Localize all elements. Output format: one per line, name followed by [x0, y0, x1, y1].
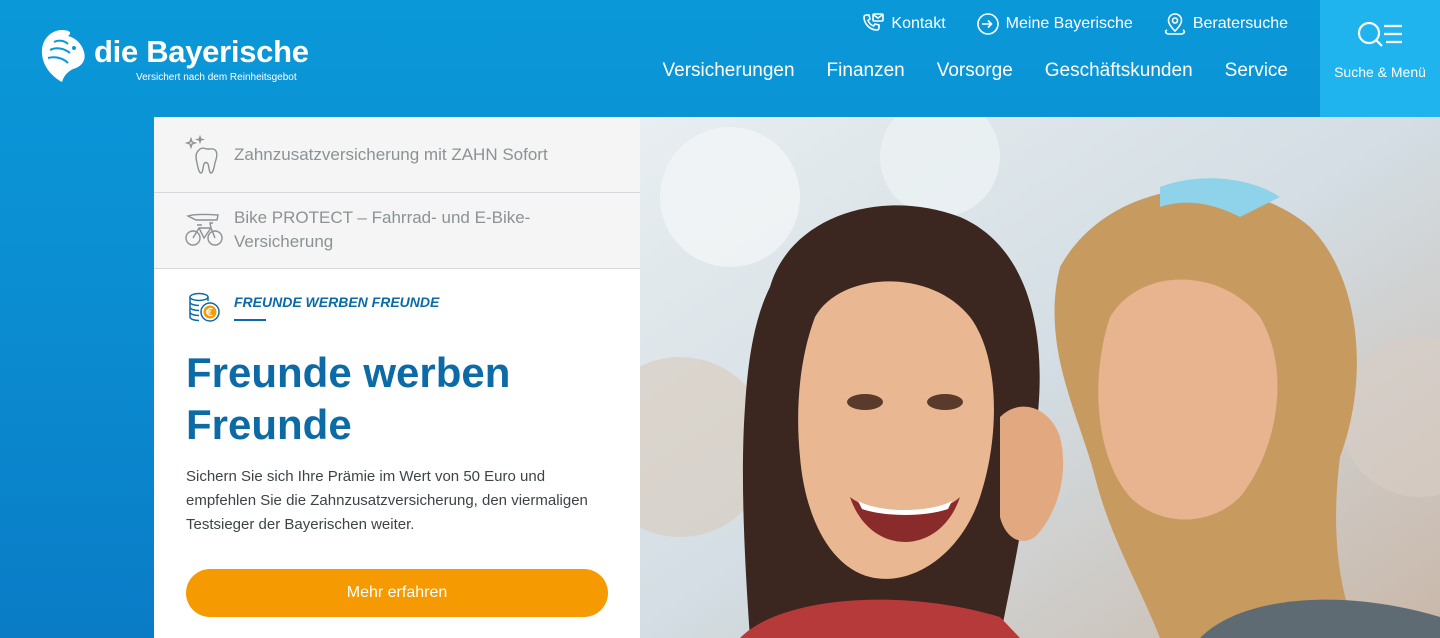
nav-service[interactable]: Service	[1225, 60, 1288, 82]
meine-bayerische-link[interactable]: Meine Bayerische	[976, 12, 1133, 36]
lion-logo-icon	[41, 30, 85, 82]
menu-label: Suche & Menü	[1334, 64, 1426, 80]
nav-finanzen[interactable]: Finanzen	[827, 60, 905, 82]
kontakt-label: Kontakt	[891, 15, 946, 32]
teaser-bike-protect-label: Bike PROTECT – Fahrrad- und E-Bike-Versi…	[234, 208, 531, 251]
kontakt-link[interactable]: Kontakt	[861, 12, 946, 36]
brand-tagline: Versichert nach dem Reinheitsgebot	[136, 72, 297, 83]
feature-block: FREUNDE WERBEN FREUNDE Freunde werben Fr…	[154, 269, 640, 638]
nav-versicherungen[interactable]: Versicherungen	[663, 60, 795, 82]
brand-name: die Bayerische	[94, 34, 309, 69]
beratersuche-link[interactable]: Beratersuche	[1163, 12, 1288, 36]
nav-vorsorge[interactable]: Vorsorge	[937, 60, 1013, 82]
feature-eyebrow: FREUNDE WERBEN FREUNDE	[234, 294, 440, 310]
meine-bayerische-label: Meine Bayerische	[1005, 15, 1133, 32]
teaser-bike-protect[interactable]: Bike PROTECT – Fahrrad- und E-Bike-Versi…	[154, 193, 640, 269]
site-header: die Bayerische Versichert nach dem Reinh…	[0, 0, 1440, 117]
main-nav: Versicherungen Finanzen Vorsorge Geschäf…	[663, 60, 1289, 82]
login-icon	[976, 13, 999, 35]
nav-geschaeftskunden[interactable]: Geschäftskunden	[1045, 60, 1193, 82]
bicycle-icon	[185, 213, 223, 246]
brand-logo[interactable]: die Bayerische Versichert nach dem Reinh…	[38, 28, 318, 88]
utility-nav: Kontakt Meine Bayerische Beratersuche	[861, 12, 1288, 36]
coins-euro-icon	[189, 292, 220, 322]
search-menu-icon	[1357, 21, 1402, 47]
feature-body: Sichern Sie sich Ihre Prämie im Wert von…	[186, 468, 588, 533]
eyebrow-underline	[234, 319, 266, 321]
search-menu-button[interactable]: Suche & Menü	[1320, 0, 1440, 117]
tooth-sparkle-icon	[184, 135, 218, 174]
teaser-zahnzusatz-label: Zahnzusatzversicherung mit ZAHN Sofort	[234, 145, 548, 164]
beratersuche-label: Beratersuche	[1192, 15, 1288, 32]
contact-icon	[863, 13, 885, 31]
teaser-zahnzusatz[interactable]: Zahnzusatzversicherung mit ZAHN Sofort	[154, 117, 640, 193]
teaser-panel: Zahnzusatzversicherung mit ZAHN Sofort B…	[154, 117, 640, 638]
feature-headline: Freunde werben Freunde	[186, 349, 511, 448]
hero-photo-illustration	[640, 117, 1440, 638]
location-pin-icon	[1164, 13, 1186, 35]
mehr-erfahren-button[interactable]: Mehr erfahren	[186, 569, 608, 617]
hero-image	[640, 117, 1440, 638]
